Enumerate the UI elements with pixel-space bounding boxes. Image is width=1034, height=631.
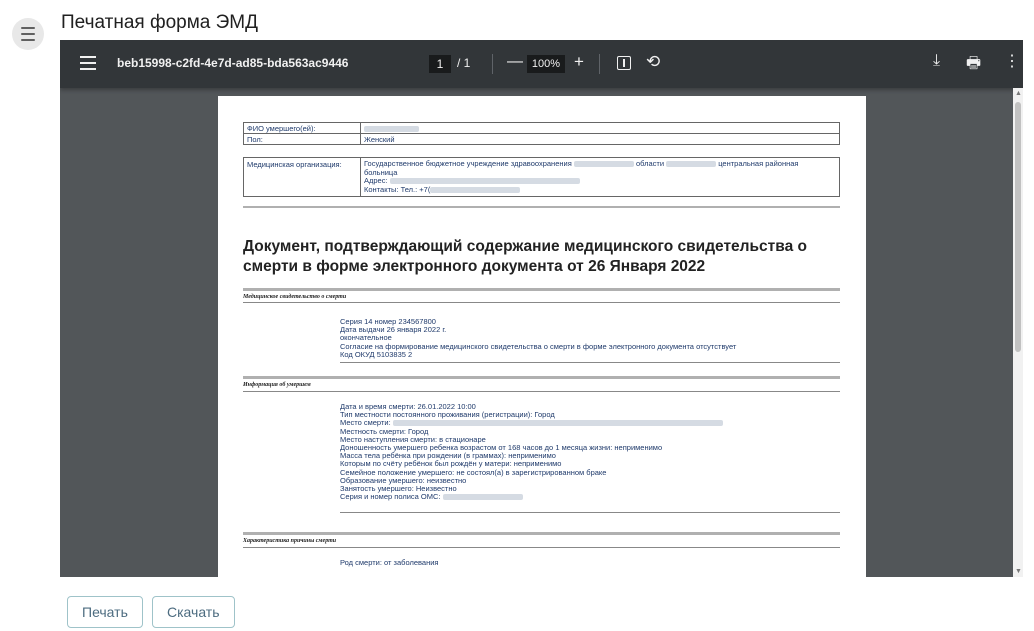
redacted-block (392, 420, 723, 427)
redacted-block (364, 125, 419, 132)
rotate-icon[interactable]: ⟲ (646, 52, 660, 72)
pdf-viewer: beb15998-c2fd-4e7d-ad85-bda563ac9446 1 /… (60, 40, 1023, 577)
zoom-in-icon[interactable]: + (574, 52, 584, 72)
vertical-scrollbar[interactable]: ▲ ▼ (1013, 88, 1023, 577)
menu-icon (21, 27, 35, 29)
file-name: beb15998-c2fd-4e7d-ad85-bda563ac9446 (117, 56, 349, 70)
sex-label: Пол: (243, 133, 361, 145)
section-title: Медицинское свидетельство о смерти (243, 294, 347, 300)
org-value: Государственное бюджетное учреждение здр… (360, 157, 840, 197)
zoom-out-icon[interactable]: — (507, 53, 523, 71)
separator (243, 376, 840, 379)
sex-value: Женский (360, 133, 840, 145)
page-total: / 1 (457, 56, 471, 70)
separator (243, 288, 840, 291)
toolbar-divider (599, 54, 600, 74)
section-divider (243, 302, 840, 303)
separator (243, 532, 840, 535)
scrollbar-thumb[interactable] (1015, 102, 1021, 352)
separator (243, 206, 840, 208)
sidebar-toggle-icon[interactable] (80, 56, 96, 70)
page-title: Печатная форма ЭМД (61, 12, 258, 33)
org-label: Медицинская организация: (243, 157, 361, 197)
org-table: Медицинская организация: Государственное… (243, 157, 840, 197)
pdf-toolbar: beb15998-c2fd-4e7d-ad85-bda563ac9446 1 /… (60, 40, 1023, 88)
more-options-icon[interactable]: ⋮ (1004, 51, 1020, 71)
section-divider (340, 362, 840, 363)
section-divider (340, 512, 840, 513)
fit-page-icon[interactable] (617, 56, 631, 70)
download-icon[interactable]: ⤓ (933, 52, 940, 70)
scroll-up-icon[interactable]: ▲ (1015, 90, 1022, 97)
page-number-input[interactable]: 1 (429, 55, 451, 73)
document-title: Документ, подтверждающий содержание меди… (243, 238, 807, 275)
menu-button[interactable] (12, 18, 44, 50)
section-title: Характеристика причины смерти (243, 538, 337, 544)
deceased-details: Дата и время смерти: 26.01.2022 10:00 Ти… (340, 402, 723, 501)
section-title: Информация об умершем (243, 382, 311, 388)
print-button[interactable]: Печать (67, 596, 143, 628)
print-icon[interactable]: 🖶 (966, 52, 981, 79)
pdf-page: ФИО умершего(ей): Пол: Женский Медицинск… (218, 96, 866, 577)
section-divider (243, 391, 840, 392)
cause-details: Род смерти: от заболевания (340, 558, 439, 567)
pdf-content-area: ФИО умершего(ей): Пол: Женский Медицинск… (60, 88, 1023, 577)
redacted-block (442, 494, 523, 501)
certificate-details: Серия 14 номер 234567800 Дата выдачи 26 … (340, 317, 737, 359)
name-label: ФИО умершего(ей): (243, 122, 361, 134)
patient-table: ФИО умершего(ей): Пол: Женский (243, 122, 840, 145)
name-value (360, 122, 840, 134)
scroll-down-icon[interactable]: ▼ (1015, 568, 1022, 575)
section-divider (243, 547, 840, 548)
zoom-level-input[interactable]: 100% (527, 55, 565, 73)
download-button[interactable]: Скачать (152, 596, 235, 628)
toolbar-divider (492, 54, 493, 74)
